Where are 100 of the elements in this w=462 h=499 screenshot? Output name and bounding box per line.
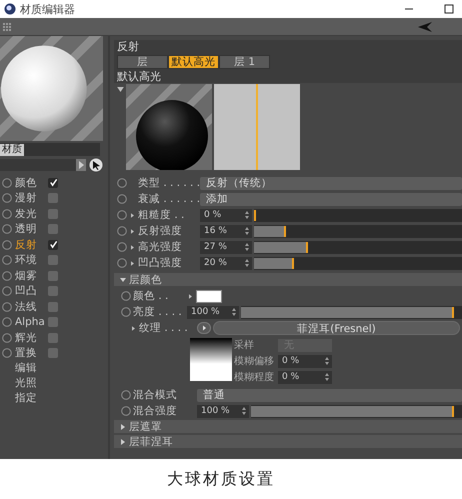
section-header[interactable]: 层菲涅耳 bbox=[114, 435, 462, 448]
channel-item[interactable]: 发光 bbox=[15, 206, 45, 221]
radio-icon[interactable] bbox=[2, 286, 12, 296]
slider-track[interactable] bbox=[251, 404, 462, 418]
app-icon bbox=[4, 3, 16, 15]
spinner-icon[interactable] bbox=[245, 243, 249, 251]
checkbox[interactable] bbox=[48, 317, 58, 328]
radio-icon[interactable] bbox=[2, 178, 12, 188]
expand-arrow-icon[interactable] bbox=[132, 326, 135, 330]
checkbox[interactable] bbox=[48, 286, 58, 296]
dropdown-field[interactable] bbox=[0, 159, 86, 171]
channel-link[interactable]: 光照 bbox=[15, 376, 37, 391]
channel-item[interactable]: 法线 bbox=[15, 300, 45, 314]
channel-link[interactable]: 编辑 bbox=[15, 361, 37, 376]
checkbox[interactable] bbox=[48, 193, 58, 204]
color-swatch[interactable] bbox=[196, 290, 222, 302]
expand-arrow-icon[interactable] bbox=[131, 244, 134, 250]
expand-arrow-icon[interactable] bbox=[189, 294, 192, 298]
channel-item[interactable]: 颜色 bbox=[15, 176, 45, 190]
material-name-field[interactable]: 材质 bbox=[0, 143, 100, 156]
expand-arrow-icon[interactable] bbox=[120, 276, 126, 282]
property-label: 采样 bbox=[234, 338, 255, 352]
layer-tab[interactable]: 层 1 bbox=[219, 55, 270, 69]
number-field[interactable]: 0 % bbox=[278, 370, 332, 384]
channel-item[interactable]: Alpha bbox=[15, 316, 45, 328]
layer-tab[interactable]: 默认高光 bbox=[168, 55, 219, 69]
spinner-icon[interactable] bbox=[325, 373, 329, 381]
expand-arrow-icon[interactable] bbox=[131, 260, 134, 266]
section-header[interactable]: 层颜色 bbox=[114, 273, 462, 286]
radio-icon[interactable] bbox=[2, 255, 12, 266]
number-field[interactable]: 100 % bbox=[197, 404, 249, 418]
window-title: 材质编辑器 bbox=[20, 2, 75, 16]
checkbox[interactable] bbox=[48, 302, 58, 312]
channel-item[interactable]: 烟雾 bbox=[15, 268, 45, 283]
radio-icon[interactable] bbox=[2, 224, 12, 234]
grip-icon[interactable] bbox=[3, 22, 11, 30]
cursor-icon[interactable] bbox=[89, 158, 103, 172]
maximize-icon[interactable] bbox=[444, 4, 454, 14]
spinner-icon[interactable] bbox=[245, 211, 249, 219]
channel-item[interactable]: 反射 bbox=[15, 238, 45, 252]
slider-track[interactable] bbox=[241, 306, 462, 318]
property-label: 高光强度 bbox=[138, 240, 183, 254]
checkbox[interactable] bbox=[48, 178, 58, 188]
channel-link[interactable]: 指定 bbox=[15, 391, 37, 406]
expand-arrow-icon[interactable] bbox=[120, 424, 126, 430]
texture-button[interactable]: 菲涅耳(Fresnel) bbox=[213, 321, 460, 335]
radio-icon[interactable] bbox=[2, 348, 12, 358]
checkbox[interactable] bbox=[48, 348, 58, 358]
radio-icon[interactable] bbox=[2, 332, 12, 343]
spinner-icon[interactable] bbox=[245, 259, 249, 267]
section-header[interactable]: 层遮罩 bbox=[114, 420, 462, 433]
number-field[interactable]: 16 % bbox=[200, 224, 252, 238]
number-field[interactable]: 0 % bbox=[278, 354, 332, 368]
checkbox[interactable] bbox=[48, 255, 58, 266]
radio-icon[interactable] bbox=[2, 317, 12, 328]
property-label: 混合强度 bbox=[133, 404, 178, 418]
expand-arrow-icon[interactable] bbox=[120, 438, 126, 444]
spinner-icon[interactable] bbox=[245, 227, 249, 235]
radio-icon[interactable] bbox=[2, 240, 12, 250]
radio-icon[interactable] bbox=[2, 270, 12, 281]
radio-icon[interactable] bbox=[2, 193, 12, 204]
caption: 大球材质设置 bbox=[167, 468, 275, 490]
slider-track[interactable] bbox=[254, 256, 462, 270]
checkbox[interactable] bbox=[48, 208, 58, 219]
radio-icon[interactable] bbox=[2, 208, 12, 219]
dropdown-field[interactable]: 普通 bbox=[197, 388, 462, 402]
collapse-arrow-icon[interactable] bbox=[117, 87, 124, 92]
checkbox[interactable] bbox=[48, 224, 58, 234]
channel-item[interactable]: 透明 bbox=[15, 222, 45, 236]
dropdown-field[interactable]: 添加 bbox=[200, 192, 462, 206]
spinner-icon[interactable] bbox=[232, 308, 236, 316]
checkbox[interactable] bbox=[48, 332, 58, 343]
property-label: 模糊偏移 bbox=[234, 354, 274, 368]
channel-item[interactable]: 漫射 bbox=[15, 191, 45, 206]
radio-icon[interactable] bbox=[2, 302, 12, 312]
number-field[interactable]: 27 % bbox=[200, 240, 252, 254]
checkbox[interactable] bbox=[48, 270, 58, 281]
layer-tab[interactable]: 层 bbox=[117, 55, 168, 69]
expand-arrow-icon[interactable] bbox=[131, 212, 134, 218]
slider-track[interactable] bbox=[254, 240, 462, 254]
back-arrow-icon[interactable] bbox=[418, 22, 432, 32]
checkbox[interactable] bbox=[48, 240, 58, 250]
slider-track[interactable] bbox=[254, 208, 462, 222]
channel-item[interactable]: 辉光 bbox=[15, 330, 45, 345]
property-label: 纹理 . . . . bbox=[139, 321, 189, 335]
spinner-icon[interactable] bbox=[242, 407, 246, 415]
slider-track[interactable] bbox=[254, 224, 462, 238]
channel-item[interactable]: 凹凸 bbox=[15, 284, 45, 298]
number-field[interactable]: 20 % bbox=[200, 256, 252, 270]
property-label: 模糊程度 bbox=[234, 370, 274, 384]
property-label: 类型 . . . . . . bbox=[138, 176, 198, 190]
property-label: 混合模式 bbox=[133, 388, 178, 402]
expand-arrow-icon[interactable] bbox=[131, 228, 134, 234]
number-field[interactable]: 0 % bbox=[200, 208, 252, 222]
spinner-icon[interactable] bbox=[325, 357, 329, 365]
channel-item[interactable]: 置换 bbox=[15, 346, 45, 360]
dropdown-field[interactable]: 反射（传统） bbox=[200, 176, 462, 190]
number-field[interactable]: 100 % bbox=[187, 306, 239, 318]
play-icon[interactable] bbox=[197, 322, 211, 334]
channel-item[interactable]: 环境 bbox=[15, 253, 45, 268]
